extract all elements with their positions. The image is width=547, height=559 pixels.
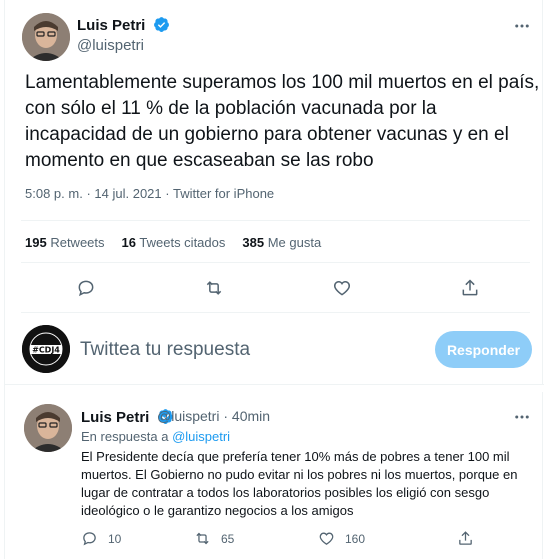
reply-replies-count: 10 bbox=[108, 531, 122, 546]
tweet-time[interactable]: 5:08 p. m. bbox=[25, 186, 83, 201]
author-handle[interactable]: @luispetri bbox=[77, 37, 144, 54]
handle-separator: · bbox=[223, 408, 229, 424]
replying-to-link[interactable]: @luispetri bbox=[172, 429, 230, 444]
divider bbox=[21, 220, 530, 221]
reply-action-share[interactable] bbox=[457, 530, 474, 547]
reply-action-retweet[interactable]: 65 bbox=[194, 530, 234, 547]
reply-action-reply[interactable]: 10 bbox=[81, 530, 121, 547]
reply-compose-input[interactable]: Twittea tu respuesta bbox=[80, 339, 250, 361]
reply-icon[interactable] bbox=[81, 530, 98, 547]
like-icon[interactable] bbox=[331, 277, 353, 299]
reply-icon[interactable] bbox=[75, 277, 97, 299]
meta-separator: · bbox=[86, 186, 91, 201]
retweet-icon[interactable] bbox=[203, 277, 225, 299]
replying-prefix: En respuesta a bbox=[81, 429, 169, 444]
reply-author-handle: @luispetri · 40min bbox=[157, 408, 270, 424]
reply-text: El Presidente decía que prefería tener 1… bbox=[81, 449, 518, 518]
user-avatar-logo-text: #CDJ4 bbox=[32, 346, 60, 355]
share-icon[interactable] bbox=[457, 530, 474, 547]
quotes-stat[interactable]: 16 Tweets citados bbox=[122, 235, 226, 250]
reply-author-name-text[interactable]: Luis Petri bbox=[81, 409, 149, 426]
likes-label: Me gusta bbox=[267, 235, 322, 250]
user-avatar[interactable]: #CDJ4 bbox=[22, 325, 70, 373]
retweets-count: 195 bbox=[25, 235, 47, 250]
author-name-text[interactable]: Luis Petri bbox=[77, 17, 145, 34]
retweets-label: Retweets bbox=[50, 235, 105, 250]
likes-stat[interactable]: 385 Me gusta bbox=[242, 235, 321, 250]
reply-time[interactable]: 40min bbox=[232, 408, 270, 424]
reply-action-like[interactable]: 160 bbox=[318, 530, 365, 547]
tweet-stats: 195 Retweets 16 Tweets citados 385 Me gu… bbox=[25, 235, 338, 250]
more-icon[interactable] bbox=[510, 405, 534, 429]
quotes-label: Tweets citados bbox=[139, 235, 226, 250]
retweet-icon[interactable] bbox=[194, 530, 211, 547]
author-name[interactable]: Luis Petri bbox=[77, 16, 170, 34]
author-avatar[interactable] bbox=[22, 13, 70, 61]
reply-actions: 10 65 160 bbox=[81, 530, 541, 550]
replying-to: En respuesta a @luispetri bbox=[81, 429, 230, 444]
more-icon[interactable] bbox=[510, 14, 534, 38]
reply-retweets-count: 65 bbox=[221, 531, 235, 546]
reply-handle-text[interactable]: @luispetri bbox=[157, 408, 219, 424]
share-icon[interactable] bbox=[459, 277, 481, 299]
section-separator bbox=[5, 384, 544, 392]
retweets-stat[interactable]: 195 Retweets bbox=[25, 235, 105, 250]
likes-count: 385 bbox=[242, 235, 265, 250]
tweet-meta: 5:08 p. m. · 14 jul. 2021 · Twitter for … bbox=[25, 186, 274, 201]
quotes-count: 16 bbox=[121, 235, 136, 250]
tweet-actions bbox=[5, 277, 544, 301]
reply-likes-count: 160 bbox=[345, 531, 366, 546]
reply-author-avatar[interactable] bbox=[24, 404, 72, 452]
tweet-detail-panel: Luis Petri @luispetri Lamentablemente su… bbox=[4, 0, 544, 559]
verified-icon bbox=[153, 17, 169, 32]
reply-button[interactable]: Responder bbox=[435, 331, 532, 368]
like-icon[interactable] bbox=[318, 530, 335, 547]
tweet-text: Lamentablemente superamos los 100 mil mu… bbox=[25, 72, 540, 171]
divider bbox=[21, 262, 530, 263]
meta-separator: · bbox=[165, 186, 170, 201]
tweet-date[interactable]: 14 jul. 2021 bbox=[94, 186, 161, 201]
tweet-source[interactable]: Twitter for iPhone bbox=[173, 186, 274, 201]
divider bbox=[21, 312, 530, 313]
